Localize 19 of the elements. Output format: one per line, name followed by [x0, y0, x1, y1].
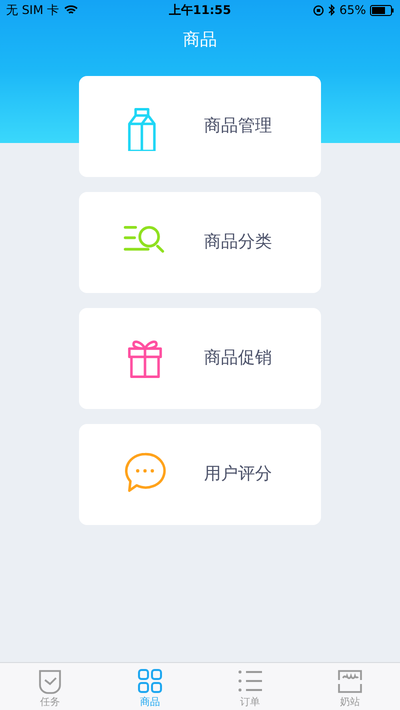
- time-text: 上午11:55: [168, 2, 232, 19]
- battery-icon: [370, 4, 394, 16]
- grid-icon: [137, 668, 163, 695]
- lock-rotation-icon: [313, 4, 324, 16]
- station-icon: [337, 668, 363, 695]
- task-icon: [37, 668, 63, 695]
- carrier-text: 无 SIM 卡: [6, 2, 60, 19]
- battery-text: 65%: [339, 2, 366, 19]
- menu-card[interactable]: 商品管理: [79, 76, 321, 177]
- wifi-icon: [64, 5, 78, 15]
- menu-label: 商品分类: [204, 230, 272, 254]
- menu-card[interactable]: 商品分类: [79, 192, 321, 293]
- bluetooth-icon: [328, 4, 336, 16]
- menu-label: 用户评分: [204, 462, 272, 486]
- menu-card[interactable]: 商品促销: [79, 308, 321, 409]
- page-title: 商品: [183, 29, 217, 52]
- menu-label: 商品促销: [204, 346, 272, 370]
- menu-label: 商品管理: [204, 114, 272, 138]
- menu-card[interactable]: 用户评分: [79, 424, 321, 525]
